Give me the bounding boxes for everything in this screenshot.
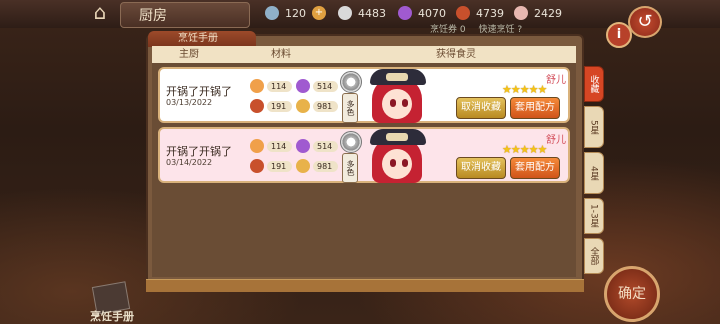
tab-favorites[interactable]: 收藏	[584, 66, 604, 102]
crystal-icon	[296, 79, 310, 93]
meat-icon	[250, 159, 264, 173]
bag-icon	[338, 6, 352, 20]
material-meat: 191	[250, 99, 293, 113]
currency-bag: 4483	[338, 4, 386, 22]
tab-all[interactable]: 全部	[584, 238, 604, 274]
pudding-icon	[296, 159, 310, 173]
panel-footer	[146, 279, 584, 292]
panel-tab-label: 烹饪手册	[148, 31, 256, 47]
tab-5-star[interactable]: 5星	[584, 106, 604, 148]
table-header: 主厨 材料 获得食灵	[152, 46, 576, 64]
currency-add[interactable]: +	[312, 4, 332, 22]
flask-icon	[250, 139, 264, 153]
material-crystal: 514	[296, 139, 339, 153]
material-flask: 114	[250, 139, 293, 153]
home-icon[interactable]: ⌂	[86, 0, 114, 24]
cancel-favorite-button[interactable]: 取消收藏	[456, 157, 506, 179]
material-crystal: 514	[296, 79, 339, 93]
variety-badge: 多色	[342, 153, 358, 183]
tab-4-star[interactable]: 4星	[584, 152, 604, 194]
plate-icon	[340, 71, 362, 93]
recipe-row: 开锅了开锅了 03/13/2022 114 514 191 981 多色 舒儿 …	[158, 67, 570, 123]
material-meat: 191	[250, 159, 293, 173]
cancel-favorite-button[interactable]: 取消收藏	[456, 97, 506, 119]
material-pudding: 981	[296, 99, 339, 113]
crystal-icon	[398, 6, 412, 20]
cookbook-shortcut[interactable]: 烹饪手册	[90, 281, 140, 324]
currency-cake: 2429	[514, 4, 562, 22]
tab-1-3-star[interactable]: 1-3星	[584, 198, 604, 234]
star-rating: ★★★★★	[502, 143, 547, 156]
back-button[interactable]: ↺	[628, 6, 662, 38]
material-flask: 114	[250, 79, 293, 93]
apply-recipe-button[interactable]: 套用配方	[510, 97, 560, 119]
star-rating: ★★★★★	[502, 83, 547, 96]
flask-icon	[250, 79, 264, 93]
spirit-portrait	[366, 67, 428, 123]
page-title: 厨房	[120, 2, 250, 28]
cake-icon	[514, 6, 528, 20]
back-arrow-icon: ↺	[637, 11, 653, 32]
spirit-name: 舒儿	[546, 75, 566, 86]
chef-name: 开锅了开锅了	[166, 85, 232, 98]
currency-meat: 4739	[456, 4, 504, 22]
fish-icon	[265, 6, 279, 20]
pudding-icon	[296, 99, 310, 113]
confirm-button[interactable]: 确定	[604, 266, 660, 322]
currency-crystal: 4070	[398, 4, 446, 22]
crystal-icon	[296, 139, 310, 153]
info-button[interactable]: i	[606, 22, 632, 48]
column-spirit: 获得食灵	[436, 49, 476, 60]
plus-icon[interactable]: +	[312, 6, 326, 20]
material-pudding: 981	[296, 159, 339, 173]
cookbook-shortcut-label: 烹饪手册	[90, 310, 134, 323]
column-materials: 材料	[271, 49, 291, 60]
column-chef: 主厨	[179, 49, 199, 60]
spirit-name: 舒儿	[546, 135, 566, 146]
recipe-list: 开锅了开锅了 03/13/2022 114 514 191 981 多色 舒儿 …	[152, 63, 576, 277]
meat-icon	[456, 6, 470, 20]
apply-recipe-button[interactable]: 套用配方	[510, 157, 560, 179]
spirit-portrait	[366, 127, 428, 183]
recipe-row: 开锅了开锅了 03/14/2022 114 514 191 981 多色 舒儿 …	[158, 127, 570, 183]
chef-name: 开锅了开锅了	[166, 145, 232, 158]
variety-badge: 多色	[342, 93, 358, 123]
meat-icon	[250, 99, 264, 113]
plate-icon	[340, 131, 362, 153]
recipe-date: 03/13/2022	[166, 98, 213, 107]
currency-fish: 120	[265, 4, 306, 22]
recipe-date: 03/14/2022	[166, 158, 213, 167]
